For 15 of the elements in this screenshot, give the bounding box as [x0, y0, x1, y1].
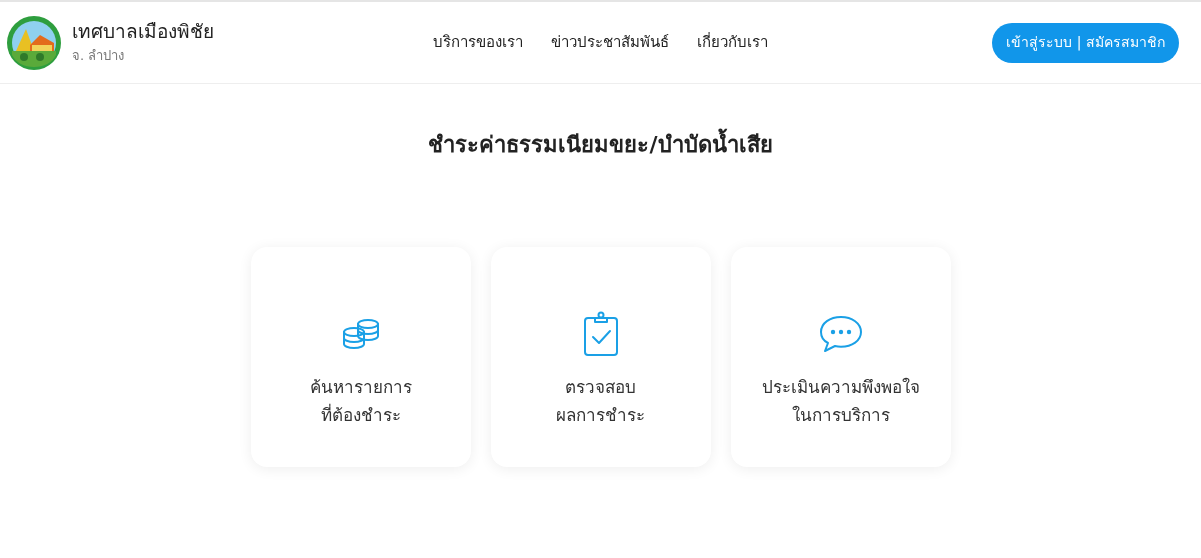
organization-name: เทศบาลเมืองพิชัย [72, 19, 214, 44]
emblem-logo [6, 14, 62, 71]
nav-link[interactable]: ข่าวประชาสัมพันธ์ [551, 31, 669, 54]
card-label: ค้นหารายการ ที่ต้องชำระ [309, 376, 412, 427]
card-label: ตรวจสอบ ผลการชำระ [556, 376, 645, 427]
service-card[interactable]: ตรวจสอบ ผลการชำระ [490, 247, 711, 467]
speech-bubble-icon [817, 314, 864, 354]
nav-link[interactable]: บริการของเรา [433, 31, 523, 54]
province-label: จ. ลำปาง [72, 46, 126, 65]
nav-link[interactable]: เกี่ยวกับเรา [697, 31, 768, 54]
card-label: ประเมินความพึงพอใจ ในการบริการ [761, 376, 920, 427]
clipboard-check-icon [582, 311, 619, 357]
page-title: ชำระค่าธรรมเนียมขยะ/บำบัดน้ำเสีย [0, 128, 1201, 161]
service-card[interactable]: ประเมินความพึงพอใจ ในการบริการ [730, 247, 951, 467]
service-card[interactable]: ค้นหารายการ ที่ต้องชำระ [250, 247, 471, 467]
